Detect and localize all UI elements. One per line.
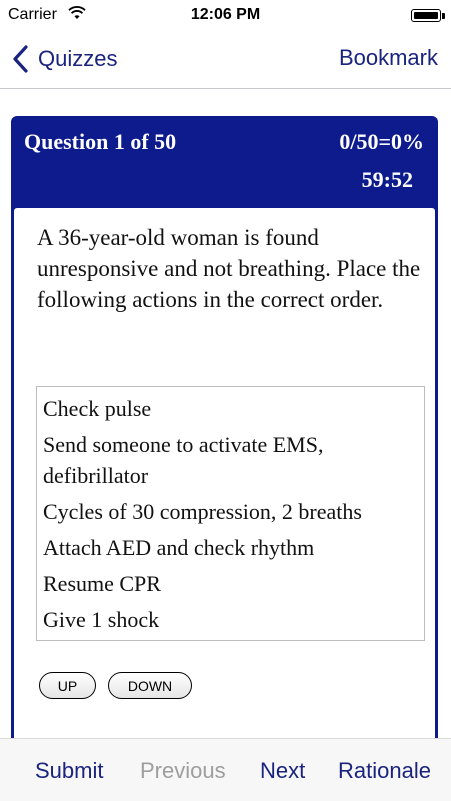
question-number: Question 1 of 50	[24, 129, 177, 154]
question-card: Question 1 of 50 0/50=0% 59:52 A 36-year…	[11, 116, 438, 756]
previous-button[interactable]: Previous	[140, 758, 226, 784]
move-up-button[interactable]: UP	[39, 672, 96, 699]
submit-button[interactable]: Submit	[35, 758, 103, 784]
score-label: 0/50=0%	[339, 129, 424, 154]
next-button[interactable]: Next	[260, 758, 305, 784]
answer-item[interactable]: Give 1 shock	[43, 604, 418, 635]
back-button-label: Quizzes	[38, 46, 118, 71]
battery-icon	[411, 9, 441, 22]
answer-item[interactable]: Resume CPR	[43, 568, 418, 599]
nav-bar: Quizzes Bookmark	[0, 32, 451, 89]
answer-item[interactable]: Attach AED and check rhythm	[43, 532, 418, 563]
status-time: 12:06 PM	[190, 6, 261, 23]
question-text: A 36-year-old woman is found unresponsiv…	[37, 225, 421, 312]
question-body: A 36-year-old woman is found unresponsiv…	[14, 208, 435, 753]
bottom-toolbar: Submit Previous Next Rationale	[0, 738, 451, 801]
status-bar: Carrier 12:06 PM	[0, 0, 451, 32]
answer-item[interactable]: Check pulse	[43, 393, 418, 424]
back-button[interactable]: Quizzes	[10, 44, 117, 74]
answer-item[interactable]: Cycles of 30 compression, 2 breaths	[43, 496, 418, 527]
answer-item[interactable]: Send someone to activate EMS, defibrilla…	[43, 429, 418, 491]
bookmark-button[interactable]: Bookmark	[339, 45, 438, 71]
rationale-button[interactable]: Rationale	[338, 758, 431, 784]
battery-tip	[442, 13, 445, 19]
move-down-button[interactable]: DOWN	[108, 672, 192, 699]
timer-label: 59:52	[361, 167, 413, 192]
chevron-left-icon	[13, 45, 28, 73]
answer-list[interactable]: Check pulse Send someone to activate EMS…	[36, 386, 425, 641]
